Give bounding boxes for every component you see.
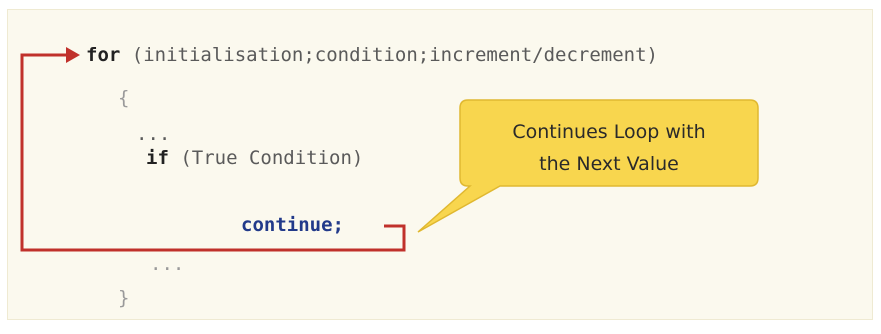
for-line: for (initialisation;condition;increment/… xyxy=(86,43,658,67)
if-arguments: (True Condition) xyxy=(180,147,364,169)
for-arguments: (initialisation;condition;increment/decr… xyxy=(131,44,658,66)
for-keyword: for xyxy=(86,44,121,66)
continue-keyword: continue xyxy=(241,214,333,236)
ellipsis-top: ... xyxy=(136,123,171,145)
loop-arrowhead xyxy=(66,47,80,63)
ellipsis-bottom: ... xyxy=(150,253,185,275)
if-keyword: if xyxy=(146,147,169,169)
callout-text: Continues Loop with the Next Value xyxy=(462,116,756,180)
continue-line: continue; xyxy=(241,213,344,237)
callout-line-1: Continues Loop with xyxy=(512,121,706,143)
open-brace: { xyxy=(118,87,130,109)
callout-line-2: the Next Value xyxy=(539,153,679,175)
continue-semicolon: ; xyxy=(332,214,344,236)
close-brace: } xyxy=(118,287,130,309)
if-line: if (True Condition) xyxy=(146,146,363,170)
